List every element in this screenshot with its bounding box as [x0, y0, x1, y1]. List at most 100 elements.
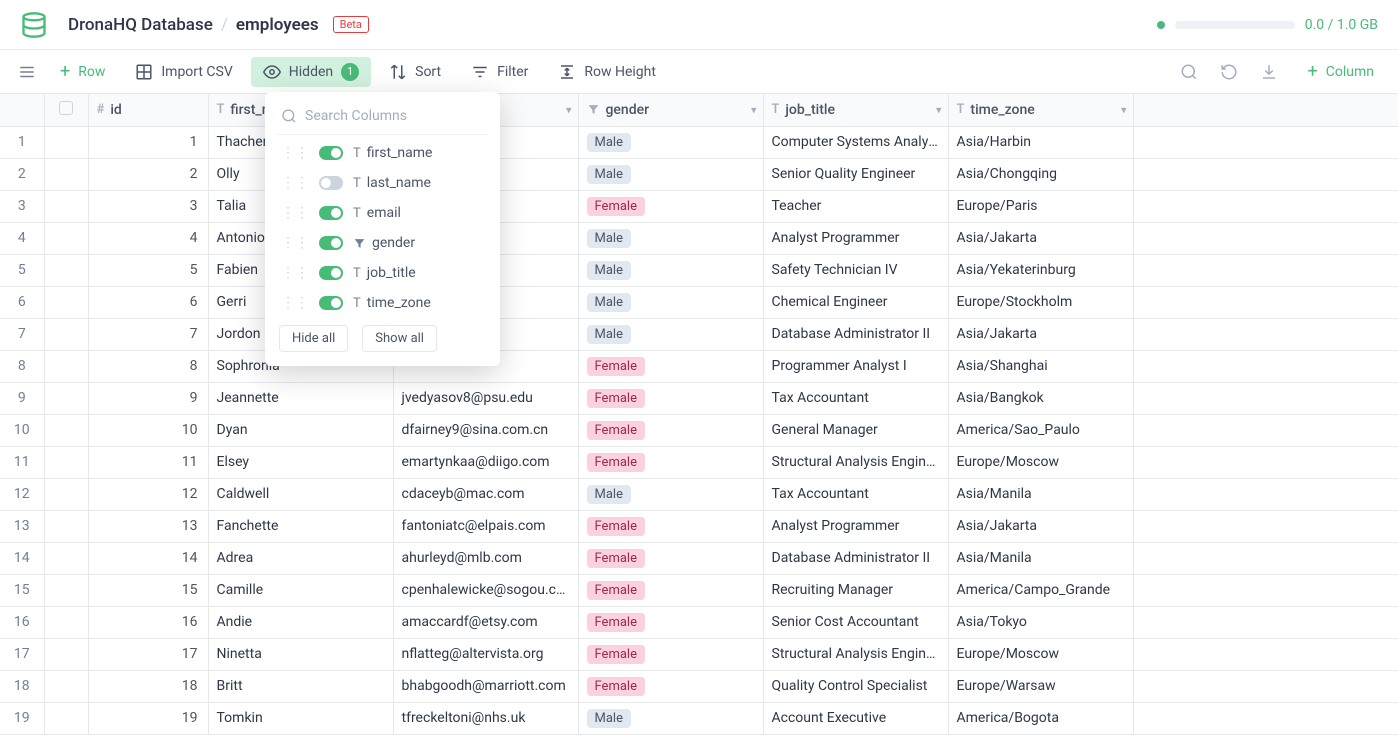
cell-job-title[interactable]: Computer Systems Analyst II	[763, 126, 948, 158]
drag-handle-icon[interactable]: ⋮⋮	[281, 235, 309, 251]
menu-icon[interactable]	[12, 57, 42, 87]
table-row[interactable]: 33Talia.comFemaleTeacherEurope/Paris	[0, 190, 1398, 222]
cell-job-title[interactable]: Structural Analysis Engineer	[763, 638, 948, 670]
row-checkbox-cell[interactable]	[44, 126, 88, 158]
cell-gender[interactable]: Female	[578, 670, 763, 702]
table-row[interactable]: 1717Ninettanflatteg@altervista.orgFemale…	[0, 638, 1398, 670]
row-checkbox-cell[interactable]	[44, 414, 88, 446]
cell-id[interactable]: 19	[88, 702, 208, 734]
row-checkbox-cell[interactable]	[44, 254, 88, 286]
drag-handle-icon[interactable]: ⋮⋮	[281, 175, 309, 191]
cell-gender[interactable]: Female	[578, 510, 763, 542]
visibility-toggle[interactable]	[319, 266, 343, 280]
sort-button[interactable]: Sort	[377, 57, 453, 87]
cell-email[interactable]: amaccardf@etsy.com	[393, 606, 578, 638]
cell-time-zone[interactable]: Asia/Chongqing	[948, 158, 1133, 190]
cell-id[interactable]: 6	[88, 286, 208, 318]
cell-email[interactable]: jvedyasov8@psu.edu	[393, 382, 578, 414]
cell-job-title[interactable]: Analyst Programmer	[763, 222, 948, 254]
table-row[interactable]: 66GerriMaleChemical EngineerEurope/Stock…	[0, 286, 1398, 318]
search-columns-input[interactable]	[305, 108, 484, 124]
cell-email[interactable]: nflatteg@altervista.org	[393, 638, 578, 670]
row-checkbox-cell[interactable]	[44, 286, 88, 318]
cell-time-zone[interactable]: Asia/Jakarta	[948, 222, 1133, 254]
hide-all-button[interactable]: Hide all	[279, 325, 348, 352]
cell-time-zone[interactable]: Europe/Moscow	[948, 638, 1133, 670]
add-column-button[interactable]: + Column	[1296, 57, 1386, 87]
cell-time-zone[interactable]: Asia/Yekaterinburg	[948, 254, 1133, 286]
cell-id[interactable]: 4	[88, 222, 208, 254]
cell-gender[interactable]: Female	[578, 542, 763, 574]
cell-gender[interactable]: Male	[578, 286, 763, 318]
cell-job-title[interactable]: Tax Accountant	[763, 382, 948, 414]
row-checkbox-cell[interactable]	[44, 222, 88, 254]
cell-id[interactable]: 15	[88, 574, 208, 606]
cell-time-zone[interactable]: America/Sao_Paulo	[948, 414, 1133, 446]
row-checkbox-cell[interactable]	[44, 670, 88, 702]
cell-time-zone[interactable]: Asia/Shanghai	[948, 350, 1133, 382]
cell-gender[interactable]: Female	[578, 638, 763, 670]
table-row[interactable]: 1515Camillecpenhalewicke@sogou.comFemale…	[0, 574, 1398, 606]
row-checkbox-cell[interactable]	[44, 702, 88, 734]
row-checkbox-cell[interactable]	[44, 350, 88, 382]
cell-gender[interactable]: Female	[578, 190, 763, 222]
row-checkbox-cell[interactable]	[44, 638, 88, 670]
show-all-button[interactable]: Show all	[362, 325, 437, 352]
table-row[interactable]: 88SophroniaFemaleProgrammer Analyst IAsi…	[0, 350, 1398, 382]
cell-id[interactable]: 3	[88, 190, 208, 222]
cell-first-name[interactable]: Britt	[208, 670, 393, 702]
cell-id[interactable]: 12	[88, 478, 208, 510]
cell-job-title[interactable]: Quality Control Specialist	[763, 670, 948, 702]
table-row[interactable]: 1212Caldwellcdaceyb@mac.comMaleTax Accou…	[0, 478, 1398, 510]
cell-id[interactable]: 11	[88, 446, 208, 478]
cell-time-zone[interactable]: America/Bogota	[948, 702, 1133, 734]
cell-time-zone[interactable]: Asia/Manila	[948, 478, 1133, 510]
refresh-button[interactable]	[1216, 59, 1242, 85]
cell-first-name[interactable]: Jeannette	[208, 382, 393, 414]
cell-email[interactable]: tfreckeltoni@nhs.uk	[393, 702, 578, 734]
cell-first-name[interactable]: Andie	[208, 606, 393, 638]
cell-job-title[interactable]: Senior Quality Engineer	[763, 158, 948, 190]
cell-job-title[interactable]: Safety Technician IV	[763, 254, 948, 286]
table-row[interactable]: 1313Fanchettefantoniatc@elpais.comFemale…	[0, 510, 1398, 542]
table-row[interactable]: 22Ollyorks.coMaleSenior Quality Engineer…	[0, 158, 1398, 190]
column-header-time-zone[interactable]: Ttime_zone ▾	[948, 94, 1133, 126]
cell-gender[interactable]: Female	[578, 414, 763, 446]
cell-email[interactable]: ahurleyd@mlb.com	[393, 542, 578, 574]
select-all-header[interactable]	[44, 94, 88, 126]
cell-first-name[interactable]: Camille	[208, 574, 393, 606]
cell-first-name[interactable]: Dyan	[208, 414, 393, 446]
cell-job-title[interactable]: Account Executive	[763, 702, 948, 734]
cell-job-title[interactable]: Chemical Engineer	[763, 286, 948, 318]
cell-time-zone[interactable]: Asia/Tokyo	[948, 606, 1133, 638]
cell-gender[interactable]: Female	[578, 606, 763, 638]
cell-id[interactable]: 13	[88, 510, 208, 542]
cell-time-zone[interactable]: Europe/Stockholm	[948, 286, 1133, 318]
cell-gender[interactable]: Female	[578, 350, 763, 382]
cell-id[interactable]: 5	[88, 254, 208, 286]
breadcrumb-app[interactable]: DronaHQ Database	[68, 15, 213, 35]
cell-job-title[interactable]: Programmer Analyst I	[763, 350, 948, 382]
checkbox-icon[interactable]	[59, 101, 73, 115]
row-checkbox-cell[interactable]	[44, 542, 88, 574]
cell-id[interactable]: 2	[88, 158, 208, 190]
chevron-down-icon[interactable]: ▾	[1121, 103, 1127, 116]
hidden-columns-button[interactable]: Hidden 1	[251, 57, 371, 87]
cell-job-title[interactable]: Senior Cost Accountant	[763, 606, 948, 638]
table-row[interactable]: 1616Andieamaccardf@etsy.comFemaleSenior …	[0, 606, 1398, 638]
visibility-toggle[interactable]	[319, 146, 343, 160]
cell-job-title[interactable]: Database Administrator II	[763, 542, 948, 574]
cell-id[interactable]: 10	[88, 414, 208, 446]
table-row[interactable]: 1818Brittbhabgoodh@marriott.comFemaleQua…	[0, 670, 1398, 702]
cell-id[interactable]: 7	[88, 318, 208, 350]
cell-id[interactable]: 9	[88, 382, 208, 414]
cell-id[interactable]: 14	[88, 542, 208, 574]
filter-button[interactable]: Filter	[459, 57, 540, 87]
drag-handle-icon[interactable]: ⋮⋮	[281, 145, 309, 161]
breadcrumb-table[interactable]: employees	[236, 15, 319, 35]
add-row-button[interactable]: + Row	[48, 57, 117, 87]
column-header-job-title[interactable]: Tjob_title ▾	[763, 94, 948, 126]
cell-job-title[interactable]: Tax Accountant	[763, 478, 948, 510]
row-checkbox-cell[interactable]	[44, 318, 88, 350]
drag-handle-icon[interactable]: ⋮⋮	[281, 295, 309, 311]
